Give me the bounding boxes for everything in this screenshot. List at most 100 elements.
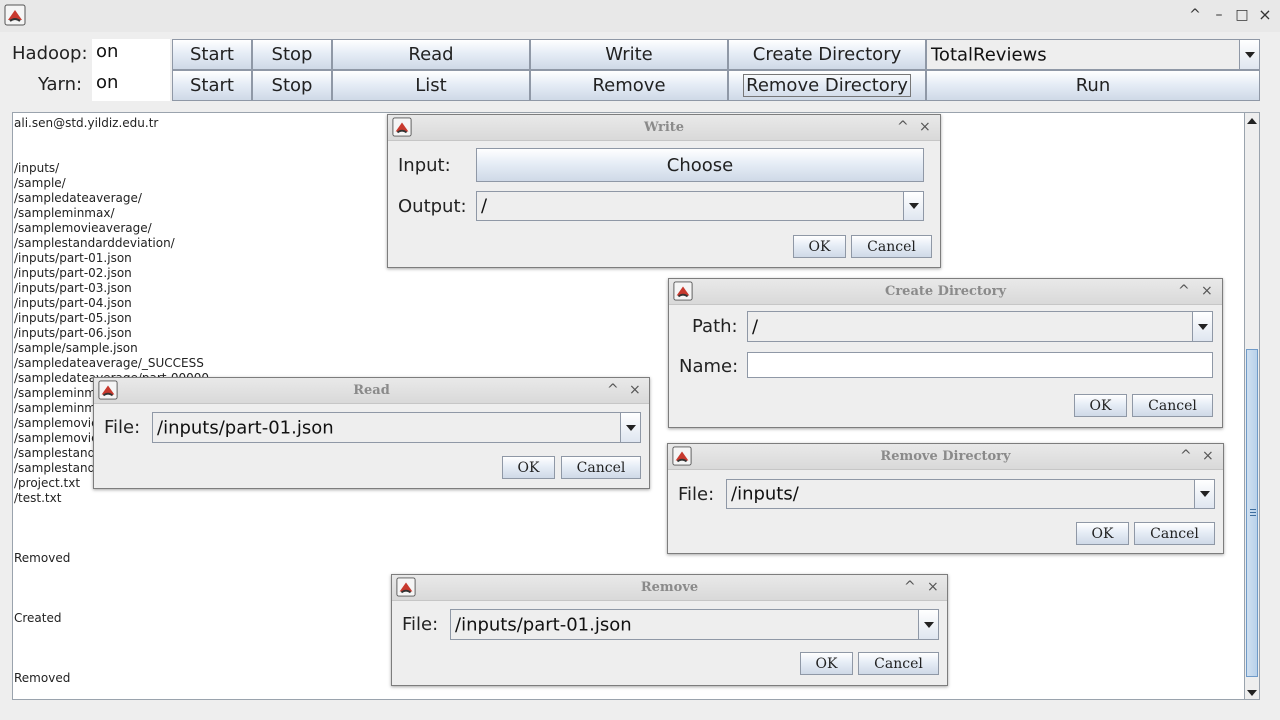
output-line: /inputs/part-04.json: [14, 296, 132, 310]
read-file-label: File:: [104, 417, 141, 438]
output-line: /inputs/: [14, 161, 60, 175]
write-dialog-titlebar[interactable]: Write ^ ×: [388, 115, 940, 141]
hadoop-start-button[interactable]: Start: [172, 39, 252, 70]
close-icon[interactable]: ×: [1201, 282, 1213, 300]
choose-button[interactable]: Choose: [476, 148, 924, 182]
write-button[interactable]: Write: [530, 39, 728, 70]
write-cancel-button[interactable]: Cancel: [851, 235, 932, 258]
yarn-start-button[interactable]: Start: [172, 70, 252, 101]
create-cancel-button[interactable]: Cancel: [1132, 394, 1213, 417]
read-dialog: Read ^ × File: /inputs/part-01.json OK C…: [93, 377, 650, 489]
close-icon[interactable]: ×: [629, 381, 641, 399]
write-dialog: Write ^ × Input: Choose Output: / OK Can…: [387, 114, 941, 268]
remove-button[interactable]: Remove: [530, 70, 728, 101]
write-output-select[interactable]: /: [476, 191, 924, 221]
chevron-down-icon[interactable]: [1194, 480, 1214, 508]
scroll-up-icon[interactable]: [1247, 118, 1257, 124]
remove-directory-file-label: File:: [678, 484, 715, 505]
chevron-up-icon[interactable]: ^: [1178, 282, 1190, 300]
window-titlebar: ^ – □ ×: [0, 0, 1280, 32]
hadoop-stop-label: Stop: [271, 44, 313, 65]
create-cancel-label: Cancel: [1148, 397, 1197, 414]
scrollbar-thumb[interactable]: [1246, 349, 1258, 677]
write-button-label: Write: [605, 44, 653, 65]
remove-button-label: Remove: [592, 75, 666, 96]
output-line: /inputs/part-02.json: [14, 266, 132, 280]
close-icon[interactable]: ×: [919, 118, 931, 136]
hadoop-start-label: Start: [190, 44, 234, 65]
read-file-select[interactable]: /inputs/part-01.json: [152, 412, 641, 443]
chevron-up-icon[interactable]: ^: [607, 381, 619, 399]
window-maximize-button[interactable]: □: [1233, 6, 1251, 24]
remove-ok-button[interactable]: OK: [800, 652, 853, 675]
output-line: /samplemovie: [14, 431, 99, 445]
yarn-label: Yarn:: [38, 74, 83, 95]
write-dialog-title: Write: [643, 120, 685, 135]
remove-directory-titlebar[interactable]: Remove Directory ^ ×: [668, 444, 1223, 470]
read-cancel-label: Cancel: [576, 459, 626, 476]
yarn-status-field[interactable]: on: [92, 70, 170, 101]
close-icon[interactable]: ×: [927, 578, 939, 596]
remove-file-select[interactable]: /inputs/part-01.json: [450, 609, 939, 640]
remove-directory-cancel-button[interactable]: Cancel: [1134, 522, 1215, 545]
write-cancel-label: Cancel: [867, 238, 916, 255]
create-directory-button[interactable]: Create Directory: [728, 39, 926, 70]
create-directory-label: Create Directory: [752, 44, 902, 65]
window-minimize-button[interactable]: –: [1210, 6, 1228, 24]
create-directory-dialog: Create Directory ^ × Path: / Name: OK Ca…: [668, 278, 1223, 428]
remove-directory-dialog: Remove Directory ^ × File: /inputs/ OK C…: [667, 443, 1224, 554]
create-ok-button[interactable]: OK: [1074, 394, 1127, 417]
remove-directory-button[interactable]: Remove Directory: [728, 70, 926, 101]
remove-cancel-button[interactable]: Cancel: [858, 652, 939, 675]
chevron-down-icon[interactable]: [620, 413, 640, 442]
remove-directory-ok-button[interactable]: OK: [1076, 522, 1129, 545]
chevron-up-icon[interactable]: ^: [904, 578, 916, 596]
chevron-down-icon[interactable]: [1239, 40, 1259, 69]
create-directory-titlebar[interactable]: Create Directory ^ ×: [669, 279, 1222, 305]
remove-dialog-titlebar[interactable]: Remove ^ ×: [392, 575, 947, 601]
output-line: /sampleminm: [14, 401, 96, 415]
output-line: /inputs/part-06.json: [14, 326, 132, 340]
output-line: /samplemovie: [14, 416, 99, 430]
list-button[interactable]: List: [332, 70, 530, 101]
write-output-label: Output:: [398, 196, 467, 217]
chevron-down-icon[interactable]: [903, 192, 923, 220]
create-name-input[interactable]: [747, 352, 1213, 378]
hadoop-status-field[interactable]: on: [92, 39, 170, 70]
output-line: Removed: [14, 671, 71, 685]
write-input-label: Input:: [398, 155, 451, 176]
yarn-stop-button[interactable]: Stop: [252, 70, 332, 101]
close-icon[interactable]: ×: [1202, 447, 1214, 465]
read-dialog-titlebar[interactable]: Read ^ ×: [94, 378, 649, 404]
chevron-down-icon[interactable]: [918, 610, 938, 639]
yarn-stop-label: Stop: [271, 75, 313, 96]
chevron-down-icon[interactable]: [1192, 312, 1212, 341]
choose-button-label: Choose: [666, 154, 734, 176]
create-ok-label: OK: [1089, 397, 1112, 414]
remove-directory-select[interactable]: /inputs/: [726, 479, 1215, 509]
output-line: /inputs/part-01.json: [14, 251, 132, 265]
remove-directory-ok-label: OK: [1091, 525, 1114, 542]
output-line: /sampleminm: [14, 386, 96, 400]
read-ok-label: OK: [517, 459, 540, 476]
window-close-button[interactable]: ×: [1256, 6, 1274, 24]
remove-directory-label: Remove Directory: [743, 74, 911, 97]
read-button[interactable]: Read: [332, 39, 530, 70]
read-ok-button[interactable]: OK: [502, 456, 555, 479]
create-path-label: Path:: [692, 316, 738, 337]
window-rollup-button[interactable]: ^: [1186, 6, 1204, 24]
read-dialog-title: Read: [353, 383, 390, 398]
scroll-down-icon[interactable]: [1247, 690, 1257, 696]
output-scrollbar[interactable]: [1245, 112, 1260, 700]
chevron-up-icon[interactable]: ^: [897, 118, 909, 136]
job-select[interactable]: TotalReviews: [926, 39, 1260, 70]
write-ok-button[interactable]: OK: [793, 235, 846, 258]
hadoop-stop-button[interactable]: Stop: [252, 39, 332, 70]
output-line: Removed: [14, 551, 71, 565]
read-cancel-button[interactable]: Cancel: [561, 456, 641, 479]
output-line: /samplestandarddeviation/: [14, 236, 175, 250]
run-button[interactable]: Run: [926, 70, 1260, 101]
yarn-start-label: Start: [190, 75, 234, 96]
create-path-select[interactable]: /: [747, 311, 1213, 342]
chevron-up-icon[interactable]: ^: [1180, 447, 1192, 465]
